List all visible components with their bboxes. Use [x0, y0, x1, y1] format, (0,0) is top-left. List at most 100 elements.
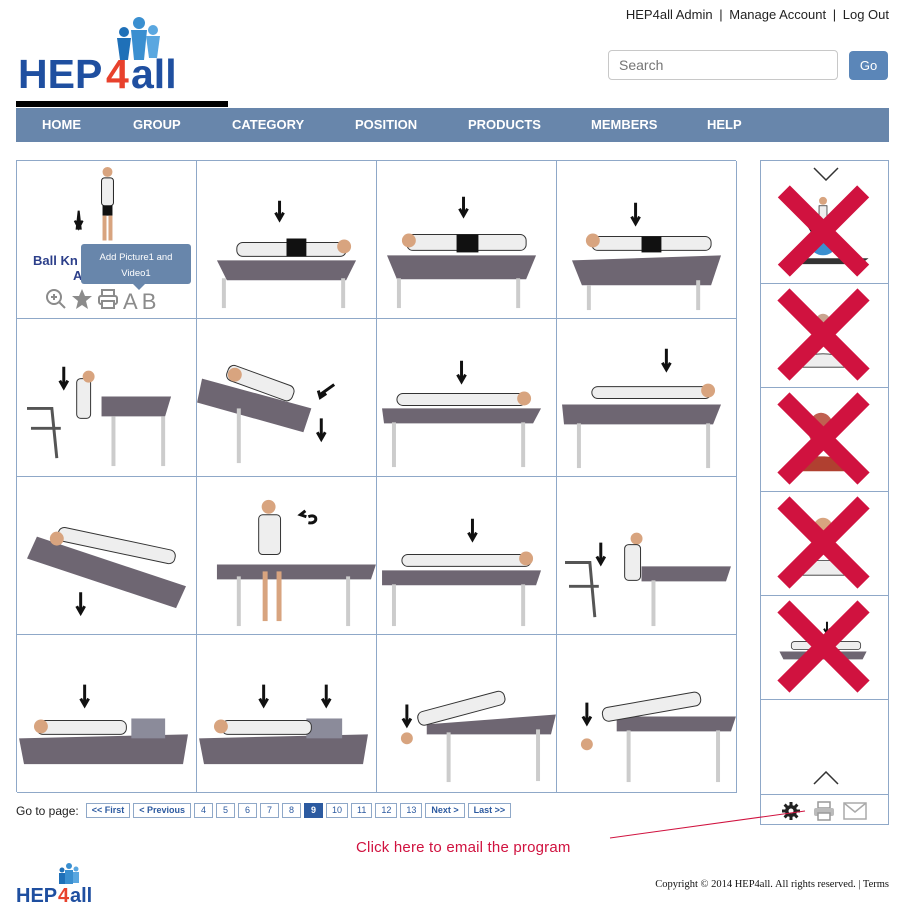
exercise-card[interactable] — [17, 635, 197, 793]
print-icon[interactable] — [813, 801, 835, 826]
exercise-title: Ball Kn A — [33, 253, 82, 283]
exercise-thumbnail — [387, 196, 537, 309]
nav-position[interactable]: POSITION — [355, 108, 417, 142]
exercise-thumbnail — [199, 684, 368, 765]
go-button[interactable]: Go — [849, 51, 888, 80]
link-separator: | — [832, 7, 837, 22]
admin-link[interactable]: HEP4all Admin — [626, 7, 713, 22]
program-item[interactable] — [761, 596, 888, 700]
page-link[interactable]: 11 — [351, 803, 373, 818]
zoom-in-icon[interactable] — [45, 288, 67, 316]
page-link[interactable]: 13 — [400, 803, 423, 818]
exercise-card[interactable] — [377, 635, 557, 793]
nav-home[interactable]: HOME — [42, 108, 81, 142]
nav-products[interactable]: PRODUCTS — [468, 108, 541, 142]
exercise-thumbnail — [216, 499, 376, 627]
exercise-thumbnail — [400, 690, 556, 783]
exercise-card[interactable]: Ball Kn A Add Picture1 and Video1 A B — [17, 161, 197, 319]
page-link[interactable]: 4 — [194, 803, 214, 818]
exercise-actions: A B — [45, 288, 156, 316]
previous-page-button[interactable]: < Previous — [133, 803, 192, 818]
exercise-thumbnail — [562, 348, 722, 469]
exercise-card[interactable] — [197, 161, 377, 319]
hep4all-logo[interactable]: HEP 4 all — [18, 8, 228, 108]
exercise-thumbnail — [571, 202, 722, 311]
svg-text:HEP: HEP — [16, 885, 57, 906]
exercise-card[interactable] — [17, 319, 197, 477]
exercise-card[interactable] — [377, 477, 557, 635]
exercise-card[interactable] — [377, 319, 557, 477]
page-link[interactable]: 5 — [216, 803, 236, 818]
program-item[interactable] — [761, 284, 888, 388]
exercise-card[interactable] — [377, 161, 557, 319]
exercise-title-line2: A — [73, 268, 83, 283]
page-link[interactable]: 6 — [238, 803, 258, 818]
pagination: Go to page: << First < Previous 4 5 6 7 … — [16, 803, 514, 818]
star-icon[interactable] — [71, 288, 93, 316]
nav-help[interactable]: HELP — [707, 108, 742, 142]
svg-text:HEP: HEP — [18, 51, 102, 97]
exercise-card[interactable] — [557, 319, 737, 477]
exercise-thumbnail — [216, 200, 357, 309]
exercise-card[interactable] — [557, 161, 737, 319]
exercise-card[interactable] — [197, 635, 377, 793]
program-item[interactable] — [761, 181, 888, 284]
nav-group[interactable]: GROUP — [133, 108, 181, 142]
pager-label: Go to page: — [16, 803, 79, 818]
page-link[interactable]: 10 — [326, 803, 349, 818]
add-picture-a-button[interactable]: A — [123, 289, 138, 315]
exercise-thumbnail — [197, 364, 336, 464]
exercise-thumbnail — [580, 691, 736, 783]
svg-text:all: all — [131, 51, 177, 97]
next-page-button[interactable]: Next > — [425, 803, 465, 818]
add-picture-b-button[interactable]: B — [142, 289, 157, 315]
email-icon[interactable] — [843, 802, 867, 825]
delete-icon[interactable] — [760, 283, 887, 386]
add-media-tooltip: Add Picture1 and Video1 — [81, 244, 191, 290]
exercise-thumbnail — [565, 532, 731, 627]
delete-icon[interactable] — [760, 387, 887, 490]
current-page: 9 — [304, 803, 324, 818]
exercise-thumbnail — [382, 360, 542, 468]
page-link[interactable]: 8 — [282, 803, 302, 818]
logo-underline — [16, 101, 228, 107]
delete-icon[interactable] — [760, 491, 887, 594]
exercise-thumbnail — [27, 526, 186, 617]
page-link[interactable]: 12 — [375, 803, 398, 818]
svg-text:4: 4 — [58, 885, 70, 906]
tooltip-line2: Video1 — [121, 268, 151, 279]
exercise-thumbnail — [19, 684, 188, 765]
last-page-button[interactable]: Last >> — [467, 803, 512, 818]
program-item[interactable] — [761, 492, 888, 596]
exercise-card[interactable] — [197, 477, 377, 635]
exercise-card[interactable] — [557, 477, 737, 635]
svg-text:4: 4 — [106, 51, 129, 97]
delete-icon[interactable] — [760, 595, 887, 698]
print-icon[interactable] — [97, 288, 119, 316]
exercise-card[interactable] — [197, 319, 377, 477]
exercise-card[interactable] — [17, 477, 197, 635]
exercise-thumbnail — [382, 518, 542, 627]
exercise-grid: Ball Kn A Add Picture1 and Video1 A B — [16, 160, 737, 793]
page-link[interactable]: 7 — [260, 803, 280, 818]
exercise-thumbnail — [27, 366, 172, 467]
program-panel — [760, 160, 889, 825]
link-separator: | — [719, 7, 723, 22]
program-item[interactable] — [761, 388, 888, 492]
email-callout: Click here to email the program — [356, 839, 571, 856]
first-page-button[interactable]: << First — [85, 803, 131, 818]
svg-text:all: all — [70, 885, 92, 906]
manage-account-link[interactable]: Manage Account — [729, 7, 826, 22]
delete-icon[interactable] — [760, 180, 887, 282]
callout-arrow — [609, 810, 806, 839]
main-nav: HOME GROUP CATEGORY POSITION PRODUCTS ME… — [16, 108, 889, 142]
nav-members[interactable]: MEMBERS — [591, 108, 657, 142]
hep4all-footer-logo[interactable]: HEP 4 all — [16, 860, 106, 907]
chevron-up-icon[interactable] — [813, 770, 839, 790]
copyright-text: Copyright © 2014 HEP4all. All rights res… — [655, 879, 889, 890]
exercise-card[interactable] — [557, 635, 737, 793]
logout-link[interactable]: Log Out — [843, 7, 889, 22]
nav-category[interactable]: CATEGORY — [232, 108, 304, 142]
top-links: HEP4all Admin | Manage Account | Log Out — [626, 7, 889, 22]
search-input[interactable] — [608, 50, 838, 80]
